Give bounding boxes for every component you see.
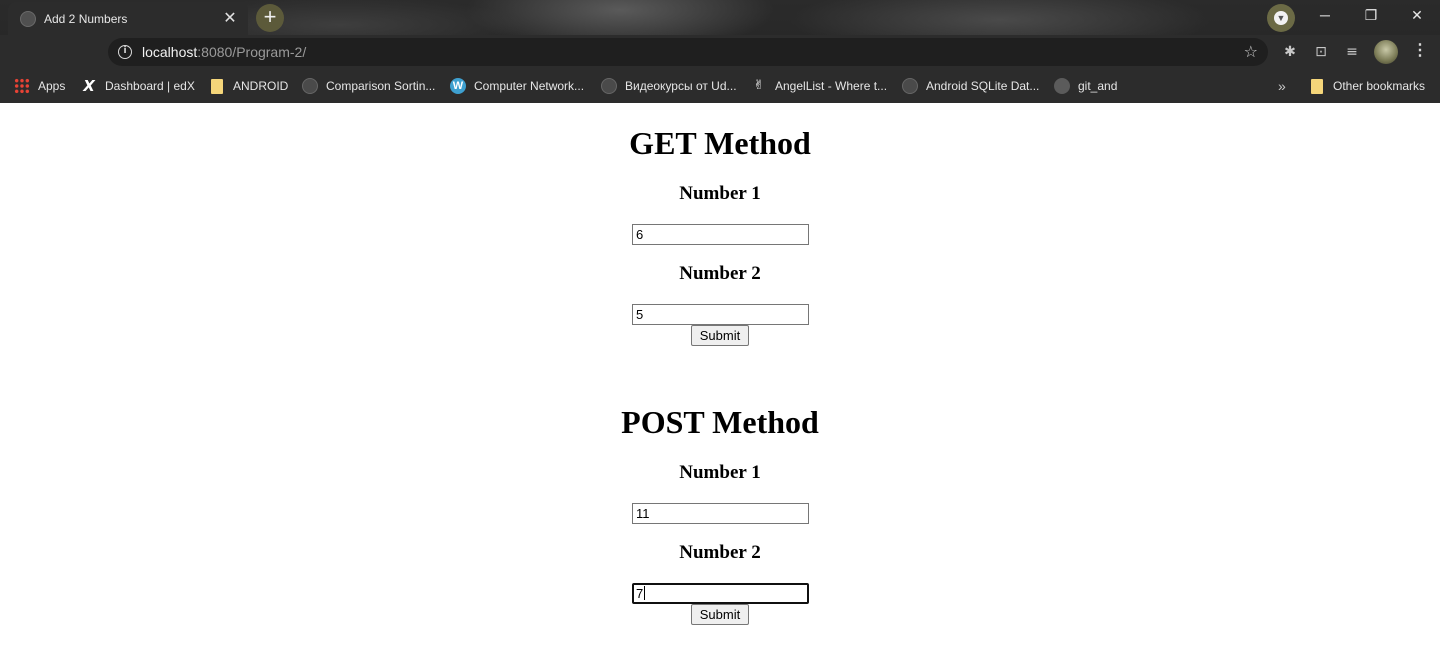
bookmark-star-icon[interactable]: ☆ [1244,42,1258,61]
tab-strip: Add 2 Numbers ✕ + ▼ ─ ❐ ✕ [0,0,1440,35]
maximize-button[interactable]: ❐ [1348,4,1394,28]
info-icon[interactable]: i [118,45,132,59]
avatar[interactable] [1374,40,1398,64]
tab-search-button[interactable]: ▼ [1267,4,1295,32]
bookmark-apps[interactable]: Apps [14,76,65,96]
apps-grid-icon [14,78,30,94]
page-content: GET Method Number 1 6 Number 2 5 Submit … [0,103,1440,650]
get-number1-input[interactable]: 6 [632,224,809,245]
post-number2-value: 7 [636,586,644,601]
bookmark-label: git_and [1078,79,1118,93]
tab-title: Add 2 Numbers [44,11,128,26]
post-method-heading: POST Method [621,404,819,440]
bookmark-label: Android SQLite Dat... [926,79,1040,93]
globe-icon [302,78,318,94]
post-number2-label: Number 2 [679,542,761,563]
new-tab-button[interactable]: + [256,4,284,32]
kebab-menu-icon[interactable]: ⋮ [1412,42,1428,60]
bookmark-comparison-sorting[interactable]: Comparison Sortin... [302,76,435,96]
get-submit-button[interactable]: Submit [691,325,749,346]
get-number1-label: Number 1 [679,183,761,204]
bookmark-edx[interactable]: X Dashboard | edX [81,76,195,96]
bookmark-android-sqlite[interactable]: Android SQLite Dat... [902,76,1039,96]
close-window-button[interactable]: ✕ [1394,4,1440,28]
extensions-puzzle-icon[interactable]: ✱ [1281,43,1299,61]
address-bar[interactable]: i localhost:8080/Program-2/ ☆ [108,38,1268,66]
get-method-heading: GET Method [629,125,811,161]
globe-icon [902,78,918,94]
close-tab-icon[interactable]: ✕ [222,10,238,27]
bookmarks-bar: Apps X Dashboard | edX ANDROID Compariso… [0,68,1440,103]
github-icon [1054,78,1070,94]
bookmark-label: Видеокурсы от Ud... [625,79,737,93]
edx-icon: X [83,77,95,95]
bookmark-label: Comparison Sortin... [326,79,436,93]
url-path: :8080/Program-2/ [197,44,307,60]
bookmark-label: Computer Network... [474,79,585,93]
folder-icon [1311,78,1323,94]
bookmarks-overflow-chevron-icon[interactable]: » [1278,76,1286,96]
post-number2-input[interactable]: 7 [632,583,809,604]
bookmark-label: Dashboard | edX [105,79,195,93]
other-bookmarks-folder[interactable]: Other bookmarks [1309,76,1425,96]
bookmark-label: AngelList - Where t... [775,79,888,93]
folder-icon [211,78,223,94]
bookmark-udemy-courses[interactable]: Видеокурсы от Ud... [601,76,737,96]
post-number1-input[interactable]: 11 [632,503,809,524]
post-submit-button[interactable]: Submit [691,604,749,625]
chevron-down-icon: ▼ [1274,11,1288,25]
minimize-button[interactable]: ─ [1302,4,1348,28]
bookmark-angellist[interactable]: ✌ AngelList - Where t... [751,76,888,96]
post-number1-label: Number 1 [679,462,761,483]
text-caret [644,586,646,600]
bookmark-git-and[interactable]: git_and [1054,76,1117,96]
globe-icon [20,10,36,27]
get-number2-input[interactable]: 5 [632,304,809,325]
cast-icon[interactable]: ⊡ [1312,43,1330,61]
globe-icon [601,78,617,94]
url-host: localhost [142,44,198,60]
bookmark-label: ANDROID [233,79,289,93]
other-bookmarks-label: Other bookmarks [1333,79,1426,93]
angellist-icon: ✌ [753,78,765,93]
bookmark-label: Apps [38,79,66,93]
wordpress-icon: W [450,78,466,94]
browser-toolbar: i localhost:8080/Program-2/ ☆ ✱ ⊡ ≡ ⋮ [0,35,1440,68]
browser-chrome: Add 2 Numbers ✕ + ▼ ─ ❐ ✕ i localhost:80… [0,0,1440,103]
bookmark-android-folder[interactable]: ANDROID [209,76,288,96]
tab-add-2-numbers[interactable]: Add 2 Numbers ✕ [8,2,248,35]
media-control-icon[interactable]: ≡ [1343,43,1361,61]
bookmark-computer-network[interactable]: W Computer Network... [450,76,584,96]
get-number2-label: Number 2 [679,263,761,284]
